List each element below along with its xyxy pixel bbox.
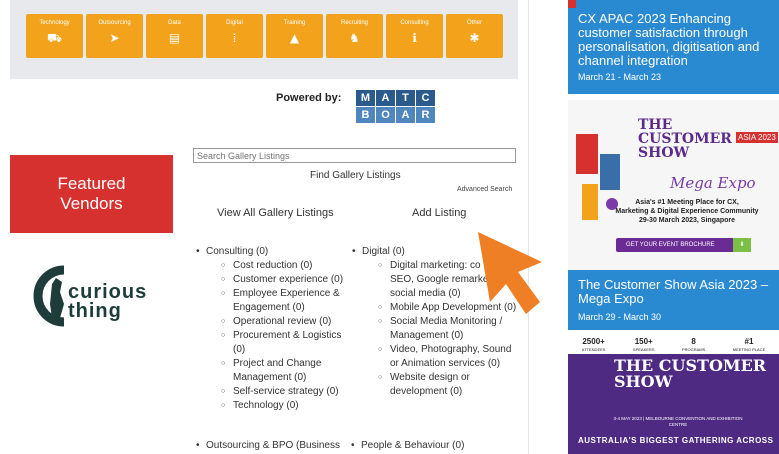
desc-line: Marketing & Digital Experience Community <box>615 208 759 215</box>
logo-letter: T <box>396 90 415 106</box>
database-icon: ▤ <box>168 31 181 45</box>
column-divider <box>528 0 529 454</box>
logo-letter: C <box>416 90 435 106</box>
binoculars-icon: ♞ <box>349 31 360 45</box>
category-label: Outsourcing <box>98 20 131 26</box>
event-date: March 29 - March 30 <box>578 312 662 322</box>
category-consulting-button[interactable]: Consulting ℹ <box>386 14 443 58</box>
list-item[interactable]: Operational review (0) <box>221 315 356 329</box>
featured-line2: Vendors <box>60 194 123 213</box>
event-title: The Customer Show Asia 2023 – Mega Expo <box>578 277 769 306</box>
mega-expo-label: Mega Expo <box>670 174 756 192</box>
event-date: March 21 - March 23 <box>578 72 662 82</box>
list-item[interactable]: Project and Change Management (0) <box>221 357 356 385</box>
graduation-cap-icon: ▲ <box>289 31 300 45</box>
stat-value: 8 <box>691 337 696 346</box>
add-listing-link[interactable]: Add Listing <box>412 207 466 219</box>
list-item[interactable]: Cost reduction (0) <box>221 259 356 273</box>
stat-value: 150+ <box>634 337 653 346</box>
category-other-button[interactable]: Other ✱ <box>446 14 503 58</box>
logo-letter: O <box>376 107 395 123</box>
logo-letter: A <box>376 90 395 106</box>
asia-badge: ASIA 2023 <box>736 132 778 143</box>
show-footer: AUSTRALIA'S BIGGEST GATHERING ACROSS <box>578 436 774 445</box>
category-label: Consulting <box>400 20 429 26</box>
info-icon: ℹ <box>412 31 417 45</box>
button-label: GET YOUR EVENT BROCHURE <box>626 242 715 248</box>
powered-by-label: Powered by: <box>276 92 342 104</box>
stats-bar: 2500+ ATTENDEES 150+ SPEAKERS 8 PROGRAMS #1… <box>568 336 779 354</box>
red-tab <box>568 0 576 8</box>
matchboard-logo[interactable]: M A T C B O A R <box>356 90 436 124</box>
telegram-icon: ➤ <box>109 31 120 45</box>
pointer-arrow-icon <box>478 232 542 314</box>
category-digital-button[interactable]: Digital ⁞ <box>206 14 263 58</box>
list-item[interactable]: Website design or development (0) <box>378 371 522 399</box>
category-label: Data <box>168 20 181 26</box>
advanced-search-link[interactable]: Advanced Search <box>457 186 512 193</box>
stat-label: SPEAKERS <box>632 347 655 352</box>
desc-line: Asia's #1 Meeting Place for CX, <box>635 199 739 206</box>
list-item[interactable]: Procurement & Logistics (0) <box>221 329 356 357</box>
customer-show-asia-poster[interactable]: THE CUSTOMER SHOW ASIA 2023 Mega Expo As… <box>568 100 779 270</box>
category-label: Recruiting <box>340 20 368 26</box>
featured-line1: Featured <box>57 174 126 193</box>
car-icon: ⛟ <box>46 31 63 45</box>
category-technology-button[interactable]: Technology ⛟ <box>26 14 83 58</box>
asterisk-icon: ✱ <box>469 31 480 45</box>
category-label: Technology <box>39 20 70 26</box>
list-item[interactable]: Technology (0) <box>221 399 356 413</box>
stat-value: #1 <box>744 337 754 346</box>
category-label: Training <box>283 20 306 26</box>
list-item-label: People & Behaviour (0) <box>351 439 464 453</box>
show-date: 3-4 MAY 2023 | MELBOURNE CONVENTION AND … <box>613 416 743 427</box>
category-training-button[interactable]: Training ▲ <box>266 14 323 58</box>
logo-text: curious thing <box>68 281 148 322</box>
stat: 2500+ ATTENDEES <box>582 336 606 354</box>
logo-letter: B <box>356 107 375 123</box>
customer-show-australia-poster[interactable]: 2500+ ATTENDEES 150+ SPEAKERS 8 PROGRAMS #1… <box>568 336 779 454</box>
event-card-cx-apac[interactable]: CX APAC 2023 Enhancing customer satisfac… <box>568 0 779 94</box>
stat-label: PROGRAMS <box>681 347 706 352</box>
download-icon: ⬇ <box>733 238 751 252</box>
list-item[interactable]: Customer experience (0) <box>221 273 356 287</box>
show-description: Asia's #1 Meeting Place for CX, Marketin… <box>608 198 766 225</box>
category-label: Other <box>466 20 482 26</box>
stat: #1 MEETING PLACE <box>733 336 765 354</box>
category-data-button[interactable]: Data ▤ <box>146 14 203 58</box>
list-item[interactable]: Video, Photography, Sound or Animation s… <box>378 343 522 371</box>
find-listings-button[interactable]: Find Gallery Listings <box>310 170 401 181</box>
stat-value: 2500+ <box>582 337 605 346</box>
featured-vendors-banner: Featured Vendors <box>10 155 173 233</box>
list-item[interactable]: Employee Experience & Engagement (0) <box>221 287 356 315</box>
logo-letter: A <box>396 107 415 123</box>
consulting-category-list: Consulting (0) Cost reduction (0) Custom… <box>196 245 356 413</box>
stat: 150+ SPEAKERS <box>633 336 655 354</box>
dots-grid-icon: ⁞ <box>232 31 237 45</box>
search-gallery-input[interactable] <box>193 148 516 163</box>
stat-label: ATTENDEES <box>581 347 606 352</box>
vendor-logo-text: curious thing <box>68 281 150 322</box>
category-bar: Technology ⛟ Outsourcing ➤ Data ▤ Digita… <box>10 0 518 79</box>
list-item[interactable]: Self-service strategy (0) <box>221 385 356 399</box>
list-item-people[interactable]: People & Behaviour (0) <box>351 439 464 453</box>
category-recruiting-button[interactable]: Recruiting ♞ <box>326 14 383 58</box>
list-item-label: Outsourcing & BPO (Business <box>196 439 340 453</box>
event-card-customer-show[interactable]: The Customer Show Asia 2023 – Mega Expo … <box>568 270 779 330</box>
category-label: Digital <box>226 20 243 26</box>
desc-line: 29-30 March 2023, Singapore <box>638 217 736 224</box>
stat-label: MEETING PLACE <box>732 347 766 352</box>
show-title: THE CUSTOMER SHOW <box>614 356 767 391</box>
event-brochure-button[interactable]: GET YOUR EVENT BROCHURE ⬇ <box>616 238 751 252</box>
logo-letter: M <box>356 90 375 106</box>
category-outsourcing-button[interactable]: Outsourcing ➤ <box>86 14 143 58</box>
event-title: CX APAC 2023 Enhancing customer satisfac… <box>578 11 760 68</box>
stat: 8 PROGRAMS <box>682 336 705 354</box>
list-item-outsourcing[interactable]: Outsourcing & BPO (Business <box>196 439 340 453</box>
view-all-listings-link[interactable]: View All Gallery Listings <box>217 207 334 219</box>
list-item-consulting[interactable]: Consulting (0) <box>196 245 356 259</box>
logo-letter: R <box>416 107 435 123</box>
